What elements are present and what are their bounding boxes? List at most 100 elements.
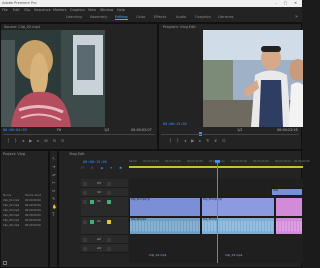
clip-v1-a[interactable]: Clip_02.mp4 [V] [129, 197, 201, 217]
program-step-forward-icon[interactable]: ▸ [199, 138, 201, 143]
menu-file[interactable]: File [2, 8, 8, 12]
project-item[interactable]: Clip_03.mp4 00:00:00:00 [3, 209, 47, 213]
workspace-graphics[interactable]: Graphics [195, 15, 211, 19]
timeline-timecode[interactable]: 00:00:15:05 [83, 160, 107, 164]
hand-tool-icon[interactable]: ✋ [52, 203, 57, 211]
extract-icon[interactable]: ⊻ [214, 138, 217, 143]
mark-in-icon[interactable]: { [7, 138, 10, 143]
pen-tool-icon[interactable]: ✎ [52, 195, 57, 203]
insert-icon[interactable]: ⊞ [44, 138, 47, 143]
step-forward-icon[interactable]: ▸ [37, 138, 39, 143]
track-solo-icon[interactable] [107, 219, 111, 224]
clip-v2-title[interactable]: Title [271, 188, 303, 196]
clip-v1-b[interactable]: Clip_05.mp4 [V] [201, 197, 275, 217]
program-timecode-duration: 00:04:23:16 [277, 128, 298, 132]
source-scrub-bar[interactable] [3, 134, 155, 135]
track-header-a2: A2 [81, 235, 128, 244]
track-lock-icon[interactable] [83, 199, 87, 204]
menu-markers[interactable]: Markers [53, 8, 67, 12]
clip-a1-a[interactable]: Clip_02.mp4 [129, 217, 201, 235]
bottom-clip-label: Clip_05.mp4 [225, 253, 243, 257]
workspace-editing[interactable]: Editing [115, 15, 128, 20]
overwrite-icon[interactable]: ⊟ [53, 138, 56, 143]
project-col-media-start[interactable]: Media Start [25, 193, 41, 197]
timeline-tracks-area[interactable]: Title Clip_02.mp4 [V] Clip_05.mp4 [V] Cl… [129, 160, 303, 263]
track-sync-icon[interactable] [90, 219, 94, 224]
menu-sequence[interactable]: Sequence [34, 8, 51, 12]
program-timecode-current[interactable]: 00:00:15:05 [163, 122, 187, 126]
workspace-learning[interactable]: Learning [66, 15, 82, 19]
project-col-name[interactable]: Name [3, 193, 11, 197]
source-monitor-tab[interactable]: Source: Clip_02.mp4 [4, 25, 40, 29]
track-lock-icon[interactable] [83, 237, 87, 242]
source-video-frame [1, 30, 105, 127]
workspace-libraries[interactable]: Libraries [218, 15, 234, 19]
program-step-back-icon[interactable]: ◂ [184, 138, 186, 143]
clip-a1-c[interactable] [275, 217, 303, 235]
program-scrub-bar[interactable] [161, 134, 299, 135]
program-mark-in-icon[interactable]: { [169, 138, 172, 143]
menu-graphics[interactable]: Graphics [70, 8, 85, 12]
project-panel-tab[interactable]: Project: Vlog [3, 152, 25, 156]
step-back-icon[interactable]: ◂ [22, 138, 24, 143]
menu-edit[interactable]: Edit [13, 8, 20, 12]
workspace-effects[interactable]: Effects [154, 15, 166, 19]
program-export-frame-icon[interactable]: ⊡ [222, 138, 225, 143]
track-sync-icon[interactable] [90, 199, 94, 204]
work-area-bar[interactable] [129, 166, 303, 168]
ripple-edit-icon[interactable]: ⟛ [52, 171, 57, 179]
mark-out-icon[interactable]: } [15, 138, 18, 143]
program-monitor-tab[interactable]: Program: Vlog Edit [163, 25, 196, 29]
clip-a1-b[interactable]: Clip_05.mp4 [201, 217, 275, 235]
export-frame-icon[interactable]: ⊡ [61, 138, 64, 143]
track-target-icon[interactable] [107, 199, 111, 204]
clip-v1-c[interactable] [275, 197, 303, 217]
program-resolution-dropdown[interactable]: 1/2 [237, 128, 242, 132]
program-mark-out-icon[interactable]: } [177, 138, 180, 143]
lift-icon[interactable]: ⊼ [206, 138, 209, 143]
playhead[interactable] [217, 160, 218, 263]
project-item[interactable]: Clip_05.mp4 00:00:00:00 [3, 219, 47, 223]
source-timecode-current[interactable]: 00:00:04:03 [3, 128, 27, 132]
track-lock-icon[interactable] [83, 181, 87, 186]
project-item[interactable]: Clip_01.mp4 00:00:00:00 [3, 199, 47, 203]
slip-tool-icon[interactable]: ⇔ [52, 187, 57, 195]
menu-help[interactable]: Help [117, 8, 125, 12]
project-item[interactable]: Clip_06.mp4 00:00:00:00 [3, 224, 47, 228]
source-fit-dropdown[interactable]: Fit [57, 128, 61, 132]
selection-tool-icon[interactable]: ↖ [52, 155, 57, 163]
track-lock-icon[interactable] [83, 190, 87, 195]
track-header-a1: A1 [81, 217, 128, 235]
menu-view[interactable]: View [88, 8, 96, 12]
source-transport-controls: { } ◂ ▶ ▸ ⊞ ⊟ ⊡ [7, 138, 64, 143]
workspace-menu-icon[interactable]: » [295, 14, 298, 20]
workspace-color[interactable]: Color [136, 15, 145, 19]
track-mute-icon[interactable] [107, 246, 111, 251]
bottom-clip-label: Clip_02.mp4 [149, 253, 167, 257]
timeline-sequence-tab[interactable]: Vlog Edit [69, 152, 85, 156]
track-eye-icon[interactable] [107, 181, 111, 186]
project-item[interactable]: Clip_04.mp4 00:00:00:00 [3, 214, 47, 218]
source-resolution-dropdown[interactable]: 1/2 [104, 128, 109, 132]
workspace-assembly[interactable]: Assembly [90, 15, 107, 19]
track-lock-icon[interactable] [83, 219, 87, 224]
project-item[interactable]: Clip_02.mp4 00:00:00:00 [3, 204, 47, 208]
menu-window[interactable]: Window [100, 8, 113, 12]
type-tool-icon[interactable]: T [52, 211, 57, 219]
workspace-audio[interactable]: Audio [176, 15, 186, 19]
razor-tool-icon[interactable]: ✂ [52, 179, 57, 187]
track-header-a3: A3 [81, 244, 128, 253]
new-item-icon[interactable] [3, 261, 7, 265]
track-select-icon[interactable]: ⇥ [52, 163, 57, 171]
program-play-icon[interactable]: ▶ [191, 138, 194, 143]
menu-clip[interactable]: Clip [24, 8, 30, 12]
track-mute-icon[interactable] [107, 237, 111, 242]
track-eye-icon[interactable] [107, 190, 111, 195]
play-icon[interactable]: ▶ [29, 138, 32, 143]
track-lock-icon[interactable] [83, 246, 87, 251]
window-controls[interactable]: – ▢ ✕ [275, 1, 300, 5]
timeline-snap-tools[interactable]: ⊓ ∩ ◈ ▾ ✱ [81, 166, 125, 170]
playhead-handle[interactable] [215, 160, 220, 163]
track-header-v3: V3 [81, 179, 128, 188]
timeline-panel: Vlog Edit 00:00:15:05 ⊓ ∩ ◈ ▾ ✱ 00:00 00… [58, 150, 310, 268]
